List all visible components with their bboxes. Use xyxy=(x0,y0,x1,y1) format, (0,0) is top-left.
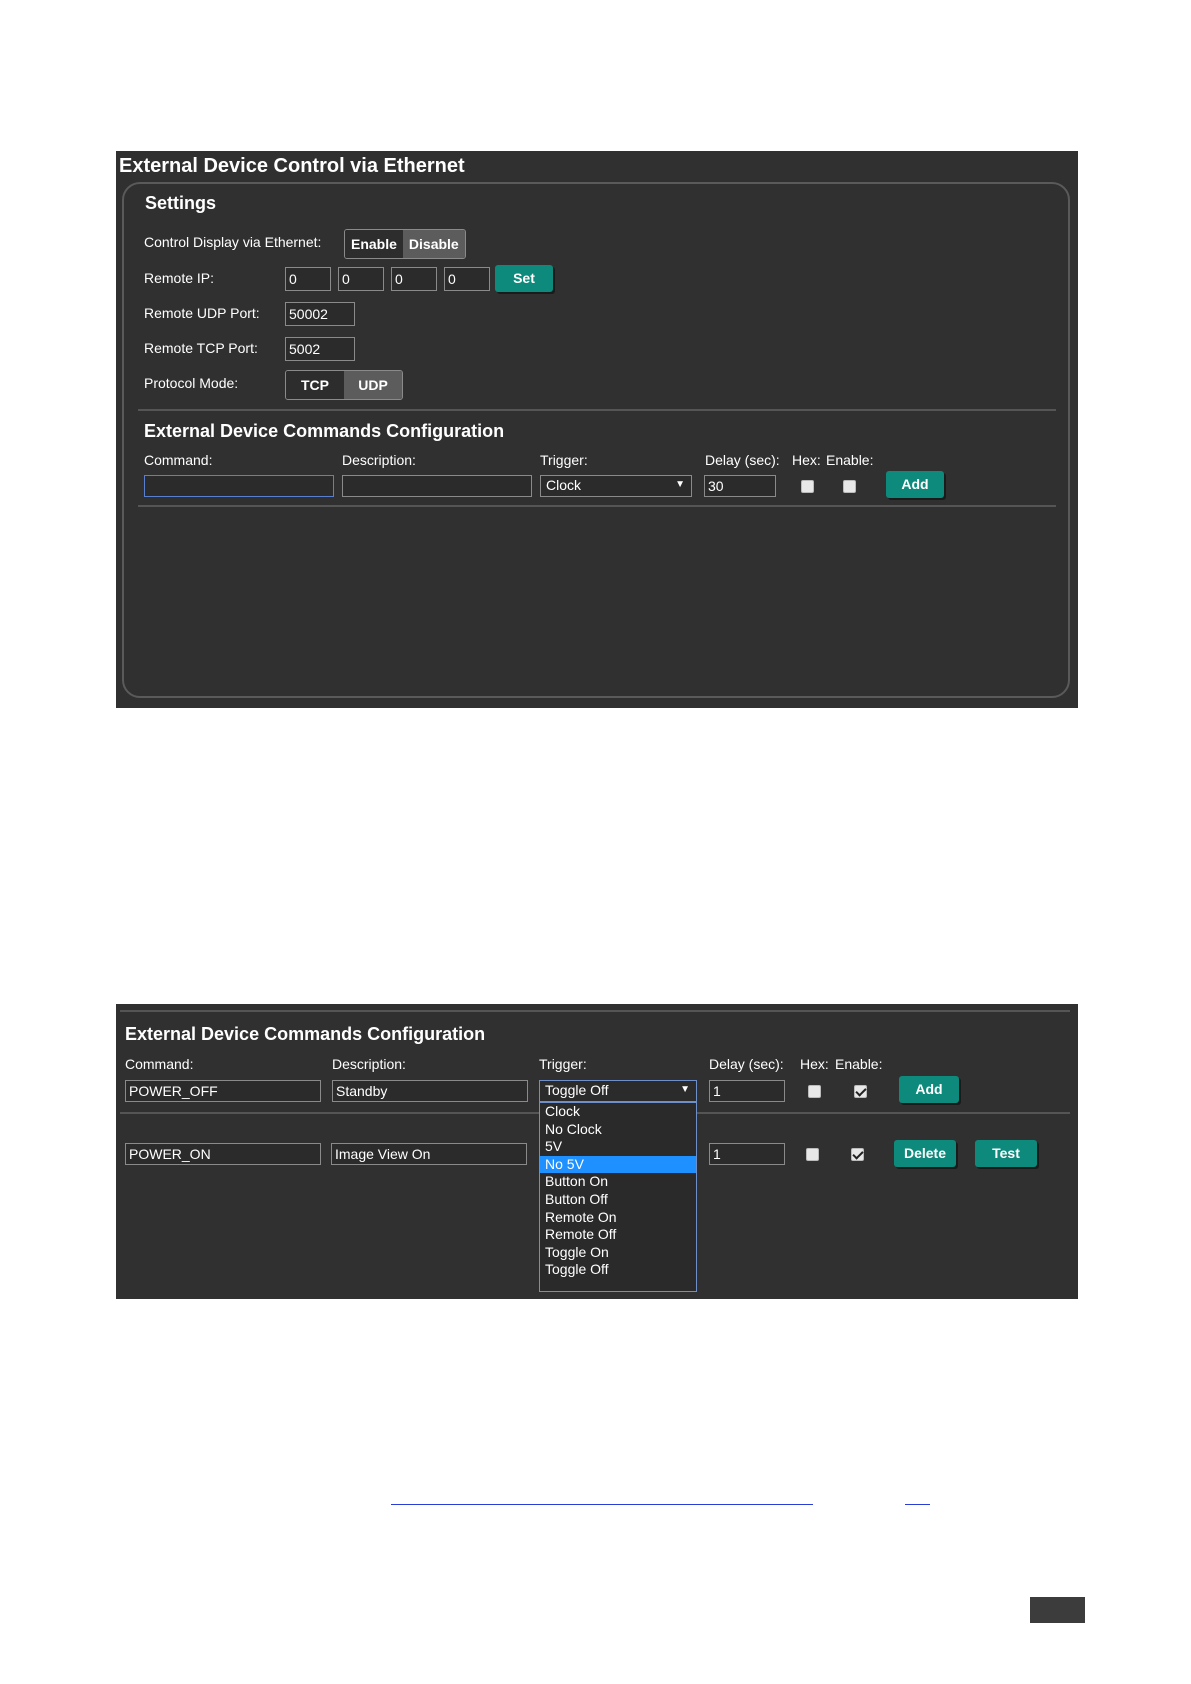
divider xyxy=(138,409,1056,411)
trigger-option[interactable]: No Clock xyxy=(540,1121,696,1139)
trigger-option[interactable]: Button On xyxy=(540,1173,696,1191)
enable-button[interactable]: Enable xyxy=(345,230,403,258)
page-number-tab xyxy=(1030,1597,1085,1623)
trigger-option[interactable]: Remote Off xyxy=(540,1226,696,1244)
tcp-port-label: Remote TCP Port: xyxy=(144,340,258,356)
chevron-down-icon: ▼ xyxy=(675,479,685,490)
trigger-col-label: Trigger: xyxy=(540,452,588,468)
saved-description-input[interactable] xyxy=(331,1143,527,1165)
test-command-button[interactable]: Test xyxy=(975,1140,1037,1167)
trigger-option[interactable]: Remote On xyxy=(540,1209,696,1227)
trigger-select-value: Toggle Off xyxy=(545,1082,609,1098)
command-col-label: Command: xyxy=(144,452,213,468)
chevron-down-icon: ▼ xyxy=(680,1084,690,1095)
description-input[interactable] xyxy=(332,1080,528,1102)
divider xyxy=(138,505,1056,507)
commands-heading: External Device Commands Configuration xyxy=(125,1024,486,1044)
remote-ip-label: Remote IP: xyxy=(144,270,215,286)
command-col-label: Command: xyxy=(125,1056,194,1072)
delay-col-label: Delay (sec): xyxy=(705,452,780,468)
trigger-option-highlighted[interactable]: No 5V xyxy=(540,1155,696,1174)
add-command-button[interactable]: Add xyxy=(899,1076,959,1103)
command-input[interactable] xyxy=(125,1080,321,1102)
set-ip-button[interactable]: Set xyxy=(495,265,553,292)
enable-checkbox[interactable] xyxy=(843,480,856,493)
trigger-select[interactable]: Toggle Off ▼ xyxy=(539,1080,697,1102)
tcp-port-input[interactable] xyxy=(285,337,355,361)
trigger-option[interactable]: Clock xyxy=(540,1103,696,1121)
saved-enable-checkbox[interactable] xyxy=(851,1148,864,1161)
saved-delay-input[interactable] xyxy=(709,1143,785,1165)
trigger-option[interactable]: 5V xyxy=(540,1138,696,1156)
top-divider xyxy=(120,1010,1070,1012)
ip-octet-2[interactable] xyxy=(338,267,384,291)
protocol-mode-label: Protocol Mode: xyxy=(144,375,239,391)
trigger-option[interactable]: Toggle On xyxy=(540,1244,696,1262)
trigger-dropdown-list: Clock No Clock 5V No 5V Button On Button… xyxy=(539,1102,697,1292)
hyperlink-underline[interactable] xyxy=(391,1504,813,1505)
enable-disable-toggle: Enable Disable xyxy=(344,229,466,259)
control-display-label: Control Display via Ethernet: xyxy=(144,234,322,250)
tcp-button[interactable]: TCP xyxy=(286,371,344,399)
trigger-select[interactable]: Clock ▼ xyxy=(540,475,692,497)
trigger-option[interactable]: Button Off xyxy=(540,1191,696,1209)
panel-title: External Device Control via Ethernet xyxy=(119,155,465,177)
udp-port-label: Remote UDP Port: xyxy=(144,305,260,321)
hex-col-label: Hex: xyxy=(792,452,821,468)
protocol-mode-toggle: TCP UDP xyxy=(285,370,403,400)
hex-checkbox[interactable] xyxy=(808,1085,821,1098)
enable-col-label: Enable: xyxy=(826,452,874,468)
disable-button[interactable]: Disable xyxy=(402,230,465,258)
external-device-control-panel: External Device Control via Ethernet Set… xyxy=(116,151,1078,708)
ip-octet-4[interactable] xyxy=(444,267,490,291)
trigger-select-value: Clock xyxy=(546,477,582,493)
settings-heading: Settings xyxy=(145,193,217,213)
description-col-label: Description: xyxy=(342,452,416,468)
commands-configuration-panel: External Device Commands Configuration C… xyxy=(116,1004,1078,1299)
enable-col-label: Enable: xyxy=(835,1056,883,1072)
delay-col-label: Delay (sec): xyxy=(709,1056,784,1072)
ip-octet-3[interactable] xyxy=(391,267,437,291)
trigger-col-label: Trigger: xyxy=(539,1056,587,1072)
add-command-button[interactable]: Add xyxy=(886,471,944,498)
delay-input[interactable] xyxy=(709,1080,785,1102)
delete-command-button[interactable]: Delete xyxy=(894,1140,956,1167)
description-input[interactable] xyxy=(342,475,532,497)
hex-col-label: Hex: xyxy=(800,1056,829,1072)
description-col-label: Description: xyxy=(332,1056,406,1072)
command-input[interactable] xyxy=(144,475,334,497)
saved-hex-checkbox[interactable] xyxy=(806,1148,819,1161)
enable-checkbox[interactable] xyxy=(854,1085,867,1098)
ip-octet-1[interactable] xyxy=(285,267,331,291)
page-link-underline[interactable] xyxy=(905,1504,930,1505)
delay-input[interactable] xyxy=(704,475,776,497)
trigger-option[interactable]: Toggle Off xyxy=(540,1261,696,1279)
udp-port-input[interactable] xyxy=(285,302,355,326)
hex-checkbox[interactable] xyxy=(801,480,814,493)
commands-heading: External Device Commands Configuration xyxy=(144,421,505,441)
saved-command-input[interactable] xyxy=(125,1143,321,1165)
udp-button[interactable]: UDP xyxy=(344,371,402,399)
